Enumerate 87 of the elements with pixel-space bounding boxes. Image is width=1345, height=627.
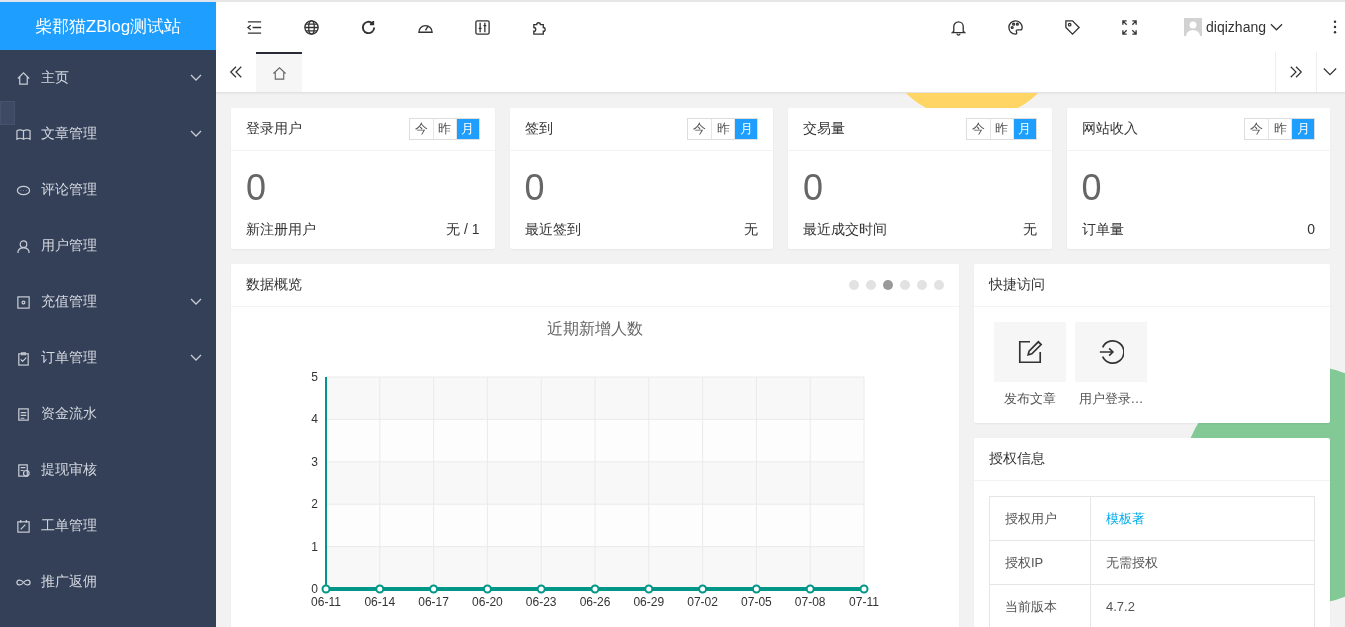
clipboard-icon <box>16 350 31 366</box>
sidebar-item[interactable]: 推广返佣 <box>0 554 216 610</box>
sidebar-item[interactable]: 充值管理 <box>0 274 216 330</box>
stat-label: 最近成交时间 <box>803 221 887 239</box>
user-icon <box>16 238 31 254</box>
stat-detail: 无 <box>1022 221 1037 239</box>
stat-detail: 无 / 1 <box>446 221 480 239</box>
stat-detail: 0 <box>1307 221 1315 239</box>
axis-tick-label: 06-29 <box>633 595 665 609</box>
bell-icon[interactable] <box>950 18 968 36</box>
globe-icon[interactable] <box>303 18 320 36</box>
chevron-down-icon <box>1270 23 1283 31</box>
axis-tick-label: 07-05 <box>741 595 772 609</box>
double-left-icon <box>229 65 243 79</box>
axis-tick-label: 07-02 <box>687 595 718 609</box>
axis-tick-label: 4 <box>311 412 318 427</box>
sidebar-item[interactable]: 提现审核 <box>0 442 216 498</box>
edit-icon <box>1017 339 1043 365</box>
stat-value: 0 <box>524 167 546 209</box>
sidebar-item[interactable]: 工单管理 <box>0 498 216 554</box>
stat-label: 最近签到 <box>524 221 581 239</box>
axis-tick-label: 06-11 <box>311 595 341 609</box>
stat-value: 0 <box>803 167 825 209</box>
panel-title: 快捷访问 <box>989 276 1045 294</box>
card-title: 登录用户 <box>246 120 302 138</box>
pager-dot[interactable] <box>934 280 944 290</box>
shortcut-tile[interactable] <box>1075 322 1147 382</box>
document-icon <box>16 406 31 422</box>
fullscreen-icon[interactable] <box>1121 18 1139 36</box>
axis-tick-label: 06-23 <box>525 595 557 609</box>
refresh-icon[interactable] <box>360 18 377 36</box>
shortcut-tile[interactable] <box>994 322 1066 382</box>
user-menu[interactable]: diqizhang <box>1184 18 1283 36</box>
card-title: 网站收入 <box>1081 120 1138 138</box>
table-cell: 无需授权 <box>1090 540 1315 585</box>
table-cell: 当前版本 <box>989 584 1091 627</box>
sidebar-item[interactable]: 评论管理 <box>0 162 216 218</box>
table-cell: 授权用户 <box>989 496 1091 541</box>
pager-dot[interactable] <box>849 280 859 290</box>
panel-title: 授权信息 <box>989 450 1045 468</box>
home-icon <box>271 65 287 81</box>
shortcut-label[interactable]: 发布文章 <box>1004 390 1056 408</box>
stat-detail: 无 <box>744 221 758 239</box>
sliders-icon[interactable] <box>474 18 491 36</box>
double-right-icon <box>1289 65 1303 79</box>
wallet-icon <box>16 294 31 310</box>
axis-tick-label: 5 <box>311 370 318 384</box>
stat-value: 0 <box>1081 167 1103 209</box>
tag-icon[interactable] <box>1064 18 1082 36</box>
panel-title: 数据概览 <box>246 276 302 294</box>
chart-title: 近期新增人数 <box>547 320 643 337</box>
palette-icon[interactable] <box>1007 18 1025 36</box>
sidebar-item[interactable]: 主页 <box>0 50 216 106</box>
stat-label: 新注册用户 <box>246 221 316 239</box>
pager-dot[interactable] <box>883 280 893 290</box>
sidebar-item[interactable]: 资金流水 <box>0 386 216 442</box>
axis-tick-label: 06-20 <box>472 595 503 609</box>
menu-indent-icon[interactable] <box>246 18 263 36</box>
axis-tick-label: 2 <box>311 497 318 512</box>
stat-value: 0 <box>246 167 268 209</box>
sidebar-item[interactable]: 用户管理 <box>0 218 216 274</box>
book-icon <box>16 126 31 142</box>
axis-tick-label: 3 <box>311 454 318 469</box>
pager-dot[interactable] <box>866 280 876 290</box>
login-icon <box>1098 339 1124 365</box>
shortcut-label[interactable]: 用户登录… <box>1078 390 1144 408</box>
receipt-icon <box>16 462 31 478</box>
stat-label: 订单量 <box>1081 221 1124 239</box>
sidebar-item[interactable]: 文章管理 <box>0 106 216 162</box>
axis-tick-label: 06-17 <box>418 595 449 609</box>
card-title: 签到 <box>524 120 553 138</box>
axis-tick-label: 1 <box>311 539 318 554</box>
pager-dot[interactable] <box>917 280 927 290</box>
axis-tick-label: 07-11 <box>849 595 879 609</box>
axis-tick-label: 07-08 <box>794 595 826 609</box>
avatar-icon <box>1184 18 1203 36</box>
sidebar-item[interactable]: 订单管理 <box>0 330 216 386</box>
card-title: 交易量 <box>803 120 845 138</box>
axis-tick-label: 06-26 <box>579 595 611 609</box>
more-icon[interactable] <box>1333 20 1337 34</box>
calendar-icon <box>16 518 31 534</box>
home-tab[interactable] <box>256 52 302 92</box>
home-icon <box>16 70 31 86</box>
axis-tick-label: 06-14 <box>364 595 396 609</box>
pager-dot[interactable] <box>900 280 910 290</box>
table-cell: 授权IP <box>989 540 1091 585</box>
axis-tick-label: 0 <box>311 582 318 596</box>
